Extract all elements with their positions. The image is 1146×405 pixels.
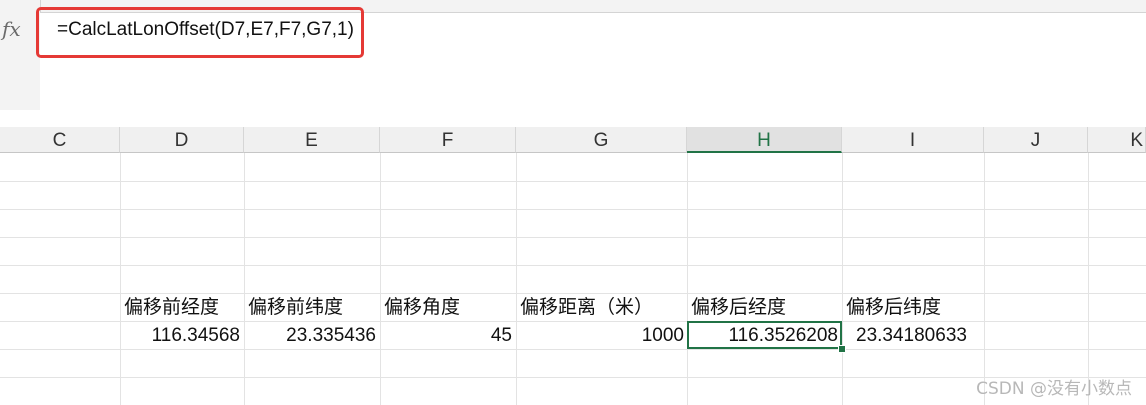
column-header-d[interactable]: D <box>120 127 244 153</box>
cell-d7[interactable]: 116.34568 <box>120 322 240 349</box>
grid-hline <box>0 209 1146 210</box>
cell-f7[interactable]: 45 <box>380 322 512 349</box>
grid-hline <box>0 349 1146 350</box>
fx-icon[interactable]: fx <box>2 17 21 41</box>
grid-hline <box>0 265 1146 266</box>
grid-vline <box>1088 153 1089 405</box>
grid-vline <box>380 153 381 405</box>
cell-h6[interactable]: 偏移后经度 <box>691 294 786 321</box>
column-header-h[interactable]: H <box>687 127 842 153</box>
formula-bar-gap <box>0 110 1146 127</box>
cell-d6[interactable]: 偏移前经度 <box>124 294 219 321</box>
column-header-c[interactable]: C <box>0 127 120 153</box>
cell-e7[interactable]: 23.335436 <box>244 322 376 349</box>
cell-i7[interactable]: 23.34180633 <box>856 322 967 349</box>
grid-vline <box>984 153 985 405</box>
cell-f6[interactable]: 偏移角度 <box>384 294 460 321</box>
column-header-f[interactable]: F <box>380 127 516 153</box>
formula-highlight-annotation <box>36 7 364 58</box>
column-header-e[interactable]: E <box>244 127 380 153</box>
watermark: CSDN @没有小数点 <box>976 379 1132 399</box>
grid-hline <box>0 181 1146 182</box>
grid-vline <box>516 153 517 405</box>
column-header-g[interactable]: G <box>516 127 687 153</box>
selected-cell-border <box>687 321 842 349</box>
cell-i6[interactable]: 偏移后纬度 <box>846 294 941 321</box>
fill-handle[interactable] <box>838 345 846 353</box>
grid-vline <box>842 153 843 405</box>
grid-hline <box>0 377 1146 378</box>
grid-vline <box>120 153 121 405</box>
cell-e6[interactable]: 偏移前纬度 <box>248 294 343 321</box>
cell-g6[interactable]: 偏移距离（米） <box>520 294 653 321</box>
grid-hline <box>0 237 1146 238</box>
column-header-k[interactable]: K <box>1088 127 1146 153</box>
column-header-i[interactable]: I <box>842 127 984 153</box>
grid-vline <box>687 153 688 405</box>
column-header-j[interactable]: J <box>984 127 1088 153</box>
cell-g7[interactable]: 1000 <box>516 322 684 349</box>
formula-bar-left: fx <box>0 0 41 110</box>
grid-vline <box>244 153 245 405</box>
